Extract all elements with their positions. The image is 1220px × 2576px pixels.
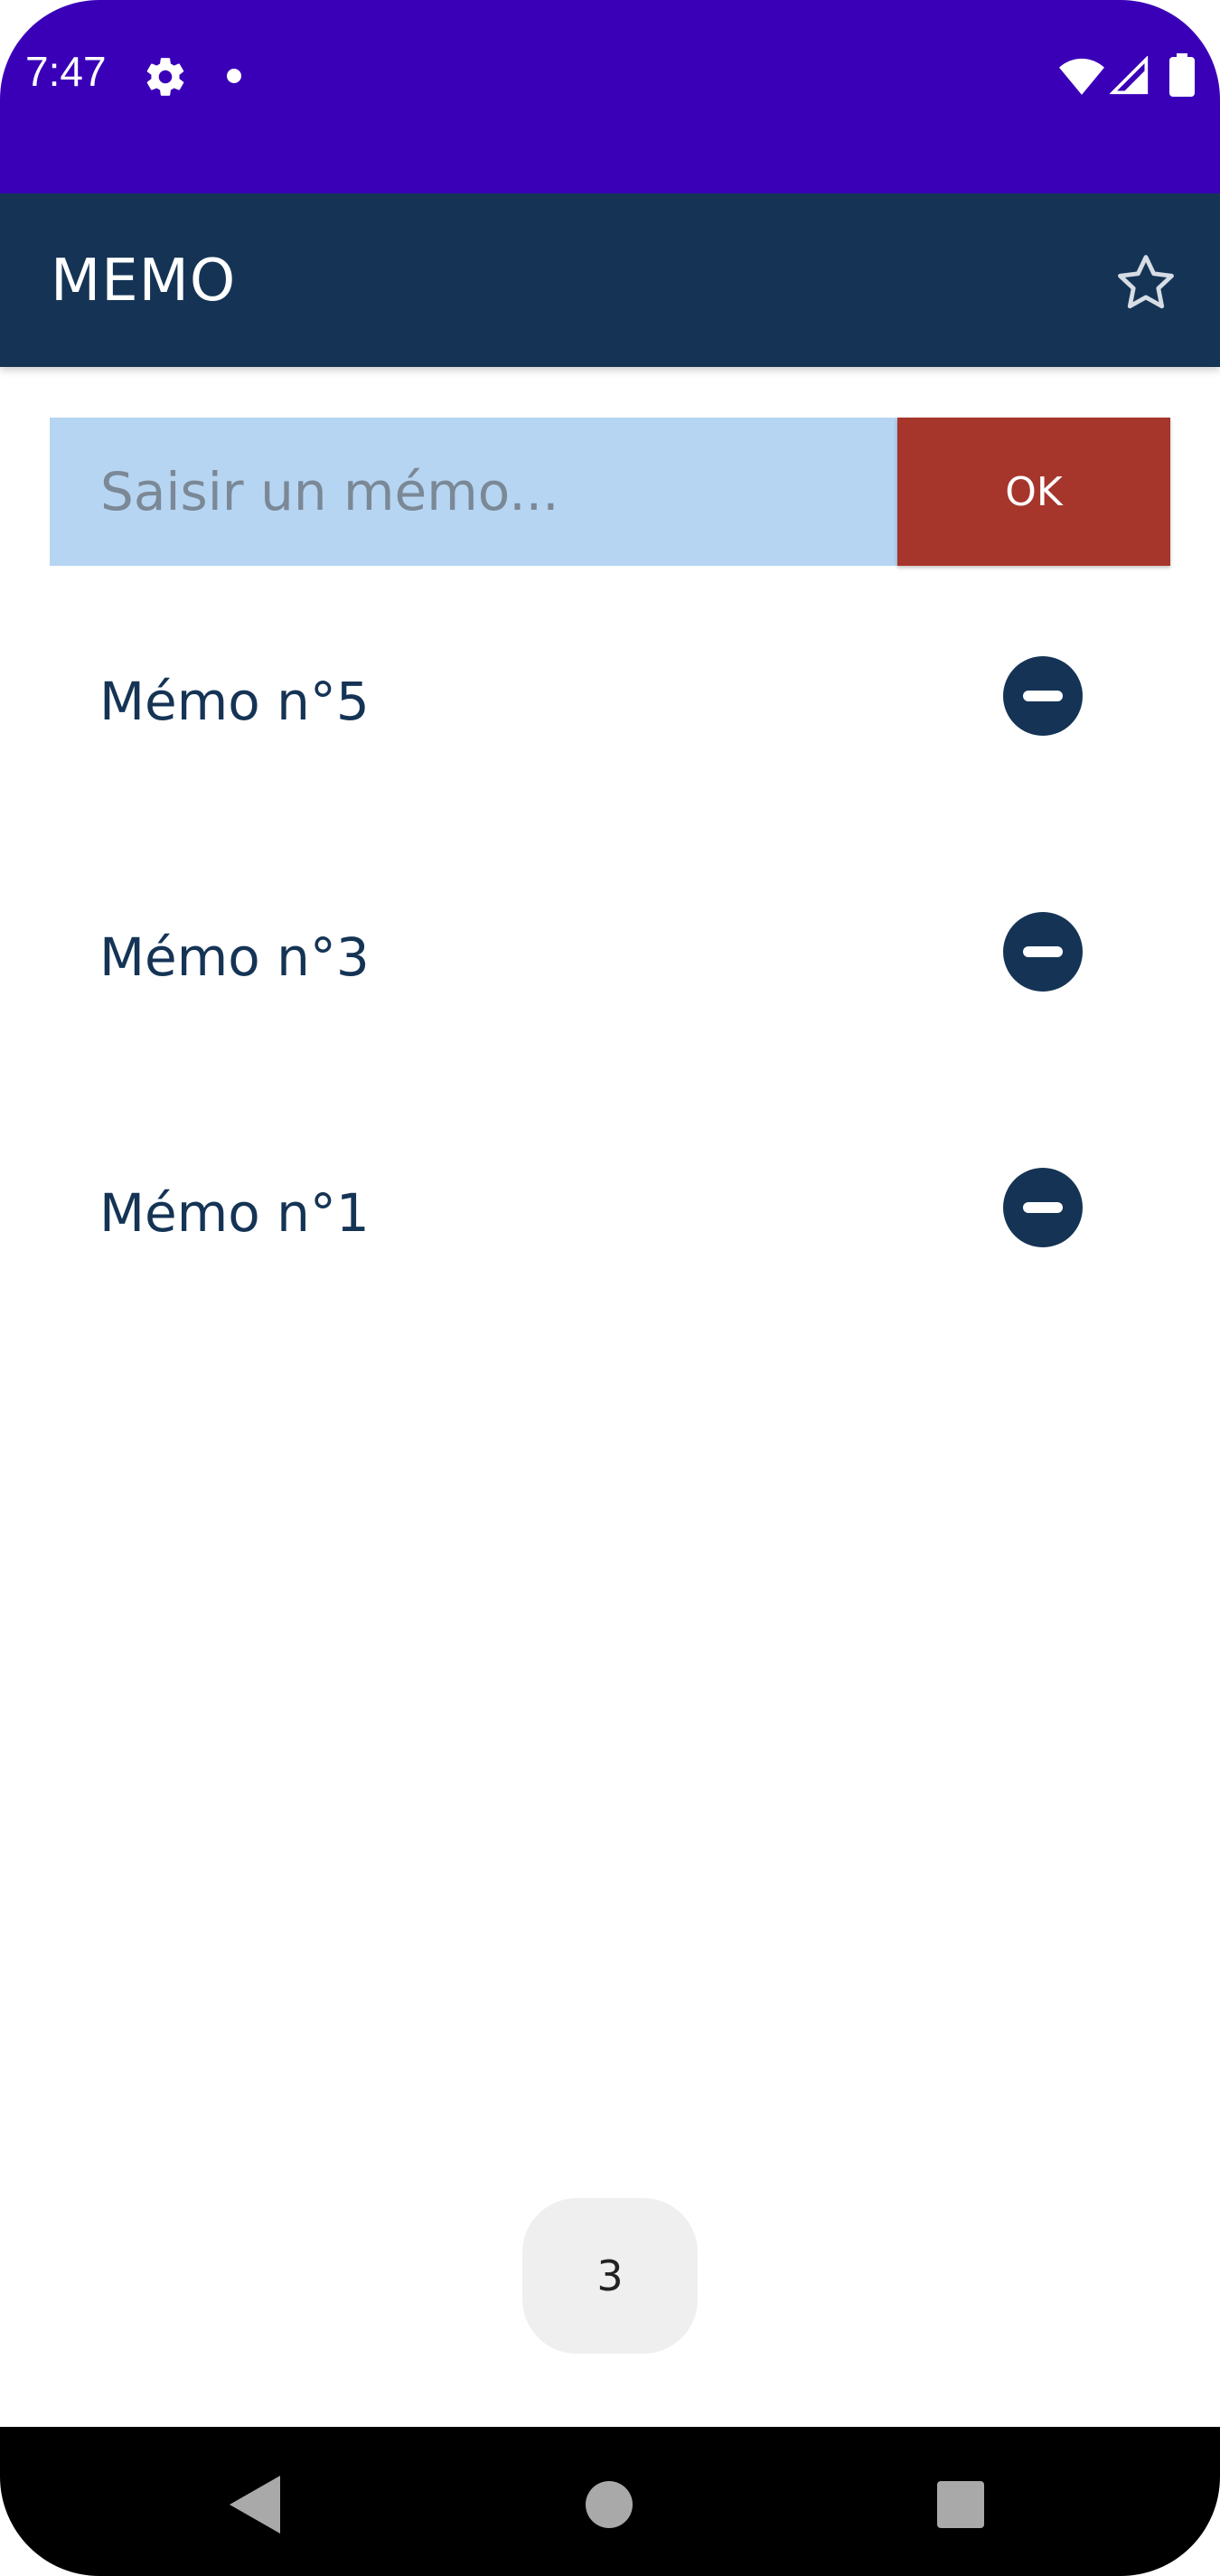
minus-circle-icon xyxy=(1023,691,1063,701)
signal-icon xyxy=(1110,56,1149,95)
memo-label: Mémo n°3 xyxy=(99,926,370,988)
gear-icon xyxy=(146,58,184,96)
star-icon[interactable] xyxy=(1113,250,1178,315)
home-icon[interactable] xyxy=(586,2481,633,2528)
remove-memo-button[interactable] xyxy=(1003,912,1083,992)
back-icon[interactable] xyxy=(230,2476,280,2534)
wifi-icon xyxy=(1059,58,1104,95)
memo-list: Mémo n°5 Mémo n°3 Mémo n°1 xyxy=(0,611,1220,1378)
remove-memo-button[interactable] xyxy=(1003,656,1083,736)
navigation-bar xyxy=(0,2427,1220,2576)
minus-circle-icon xyxy=(1023,946,1063,957)
app-title: MEMO xyxy=(51,248,237,315)
phone-screen: 7:47 MEMO OK Mémo n°5 xyxy=(0,0,1220,2576)
recents-icon[interactable] xyxy=(937,2481,984,2528)
remove-memo-button[interactable] xyxy=(1003,1168,1083,1247)
memo-label: Mémo n°5 xyxy=(99,671,370,732)
memo-label: Mémo n°1 xyxy=(99,1182,370,1244)
memo-count-badge: 3 xyxy=(522,2198,698,2354)
notification-dot-icon xyxy=(227,69,241,83)
battery-icon xyxy=(1169,53,1195,97)
app-bar: MEMO xyxy=(0,193,1220,367)
minus-circle-icon xyxy=(1023,1202,1063,1213)
memo-item: Mémo n°3 xyxy=(0,867,1220,1123)
status-bar: 7:47 xyxy=(0,0,1220,193)
ok-button[interactable]: OK xyxy=(897,418,1170,566)
memo-form: OK xyxy=(50,418,1170,566)
memo-item: Mémo n°1 xyxy=(0,1123,1220,1378)
memo-item: Mémo n°5 xyxy=(0,611,1220,867)
memo-input[interactable] xyxy=(50,418,897,566)
status-time: 7:47 xyxy=(25,48,107,95)
